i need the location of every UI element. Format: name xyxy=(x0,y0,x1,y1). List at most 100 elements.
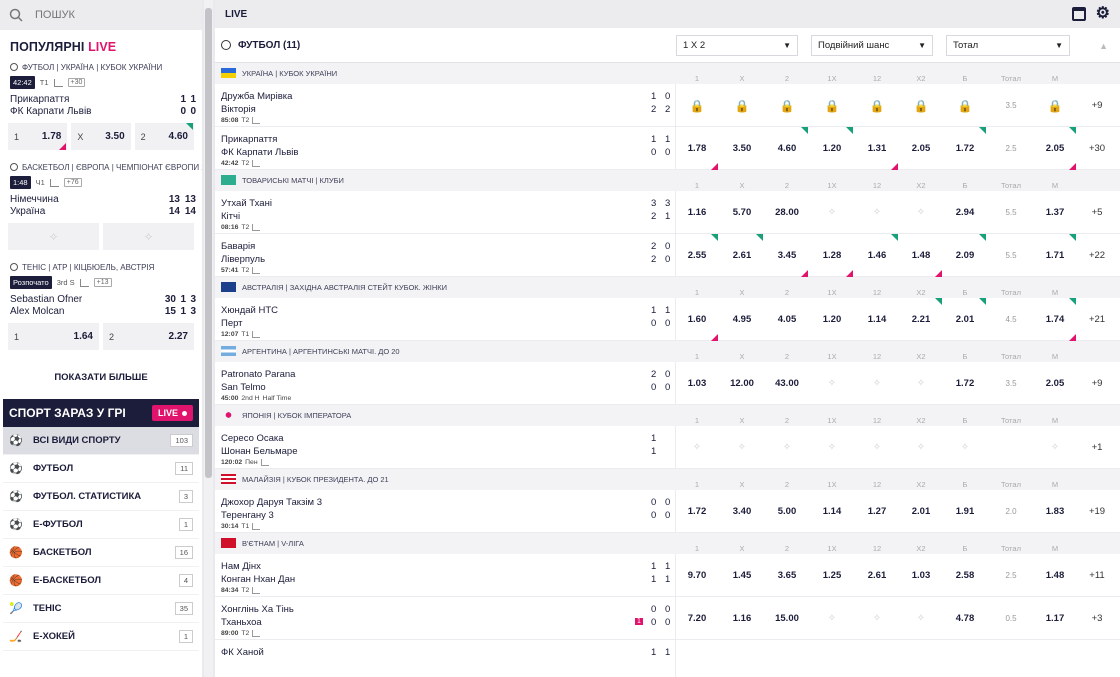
odds-button[interactable]: 1.71 xyxy=(1033,234,1077,277)
odds-button[interactable]: 1 1.78 xyxy=(8,123,68,150)
match-row[interactable]: Джохор Даруя Такзім 3 Теренгану 3 30:14 T1 0… xyxy=(215,490,1120,533)
live-toggle[interactable]: LIVE xyxy=(151,405,193,421)
popular-match[interactable]: БАСКЕТБОЛ | ЄВРОПА | ЧЕМПІОНАТ ЄВРОПИ 2.… xyxy=(0,160,202,256)
odds-button[interactable]: 2.61 xyxy=(720,234,764,277)
sport-item[interactable]: ⚽ ФУТБОЛ. СТАТИСТИКА 3 xyxy=(3,483,199,511)
odds-button[interactable]: 2.01 xyxy=(899,490,943,533)
odds-button[interactable]: 2.05 xyxy=(1033,127,1077,170)
odds-button[interactable]: 1.14 xyxy=(855,298,899,341)
more-markets-button[interactable]: +9 xyxy=(1082,84,1112,127)
scrollbar-thumb[interactable] xyxy=(205,8,212,478)
stats-icon[interactable] xyxy=(252,117,261,124)
stats-icon[interactable] xyxy=(260,459,269,466)
odds-button[interactable]: 2.58 xyxy=(943,554,987,597)
odds-button[interactable]: 12.00 xyxy=(720,362,764,405)
odds-button[interactable]: 1.25 xyxy=(810,554,854,597)
more-markets-button[interactable]: +9 xyxy=(1082,362,1112,405)
match-row[interactable]: Сересо Осака Шонан Бельмаре 120:02 Пен 1 1 ✧ ✧ ✧… xyxy=(215,426,1120,469)
collapse-icon[interactable]: ▲ xyxy=(1099,41,1108,51)
match-row[interactable]: Прикарпаття ФК Карпати Львів 42:42 T2 1 0 1 0 1.… xyxy=(215,127,1120,170)
odds-button[interactable]: 4.78 xyxy=(943,597,987,640)
popular-match[interactable]: ФУТБОЛ | УКРАЇНА | КУБОК УКРАЇНИ 42:42 T1 +… xyxy=(0,60,202,156)
more-markets-button[interactable]: +19 xyxy=(1082,490,1112,533)
odds-button[interactable]: 2 2.27 xyxy=(103,323,194,350)
odds-button[interactable]: 43.00 xyxy=(765,362,809,405)
sport-item[interactable]: 🏀 Е-БАСКЕТБОЛ 4 xyxy=(3,567,199,595)
odds-button[interactable]: 1.16 xyxy=(720,597,764,640)
search-input[interactable] xyxy=(35,9,155,21)
odds-button[interactable]: 1.83 xyxy=(1033,490,1077,533)
stats-icon[interactable] xyxy=(252,160,261,167)
odds-button[interactable]: 2.05 xyxy=(1033,362,1077,405)
market-select-1[interactable]: 1 X 2 ▼ xyxy=(676,35,798,56)
odds-button[interactable]: 3.50 xyxy=(720,127,764,170)
odds-button[interactable]: 2.09 xyxy=(943,234,987,277)
stats-icon[interactable] xyxy=(252,224,261,231)
markets-count[interactable]: +30 xyxy=(67,78,86,87)
show-more-button[interactable]: ПОКАЗАТИ БІЛЬШЕ xyxy=(0,360,202,399)
odds-button[interactable]: X 3.50 xyxy=(71,123,131,150)
odds-button[interactable]: 1.45 xyxy=(720,554,764,597)
odds-button[interactable]: 1.60 xyxy=(675,298,719,341)
sport-item[interactable]: ⚽ Е-ФУТБОЛ 1 xyxy=(3,511,199,539)
sport-item[interactable]: 🏀 БАСКЕТБОЛ 16 xyxy=(3,539,199,567)
stats-icon[interactable] xyxy=(252,630,261,637)
market-select-3[interactable]: Тотал ▼ xyxy=(946,35,1070,56)
odds-button[interactable]: 1 1.64 xyxy=(8,323,99,350)
markets-count[interactable]: +13 xyxy=(93,278,112,287)
odds-button[interactable]: 1.14 xyxy=(810,490,854,533)
stats-icon[interactable] xyxy=(79,278,89,287)
odds-button[interactable]: 2.01 xyxy=(943,298,987,341)
odds-button[interactable]: 7.20 xyxy=(675,597,719,640)
match-row[interactable]: Patronato Parana San Telmo 45:00 2nd H Half … xyxy=(215,362,1120,405)
match-row[interactable]: Баварія Ліверпуль 57:41 T2 2 2 0 0 2.55 2.61 3.45 1… xyxy=(215,234,1120,277)
odds-button[interactable]: 2.61 xyxy=(855,554,899,597)
sport-item[interactable]: 🏒 Е-ХОКЕЙ 1 xyxy=(3,623,199,651)
odds-button[interactable]: 1.48 xyxy=(899,234,943,277)
more-markets-button[interactable]: +30 xyxy=(1082,127,1112,170)
odds-button[interactable]: 2.05 xyxy=(899,127,943,170)
odds-button[interactable]: 3.45 xyxy=(765,234,809,277)
odds-button[interactable]: 1.16 xyxy=(675,191,719,234)
gear-icon[interactable]: ⚙ xyxy=(1096,6,1110,22)
odds-button[interactable]: 1.28 xyxy=(810,234,854,277)
stats-icon[interactable] xyxy=(252,587,261,594)
odds-button[interactable]: 1.74 xyxy=(1033,298,1077,341)
odds-button[interactable]: 1.72 xyxy=(675,490,719,533)
popular-match[interactable]: ТЕНІС | ATP | КІЦБЮЕЛЬ, АВСТРІЯ Розпочато… xyxy=(0,260,202,356)
markets-count[interactable]: +76 xyxy=(63,178,82,187)
odds-button[interactable]: 5.70 xyxy=(720,191,764,234)
odds-button[interactable]: 2.21 xyxy=(899,298,943,341)
stats-icon[interactable] xyxy=(53,78,63,87)
odds-button[interactable]: 2.55 xyxy=(675,234,719,277)
odds-button[interactable]: 1.17 xyxy=(1033,597,1077,640)
more-markets-button[interactable]: +3 xyxy=(1082,597,1112,640)
stats-icon[interactable] xyxy=(252,267,261,274)
market-select-2[interactable]: Подвійний шанс ▼ xyxy=(811,35,933,56)
odds-button[interactable]: 1.20 xyxy=(810,127,854,170)
odds-button[interactable]: 1.31 xyxy=(855,127,899,170)
stats-icon[interactable] xyxy=(252,331,261,338)
match-row[interactable]: Дружба Мирівка Вікторія 85:08 T2 1 2 0 2 🔒 🔒 🔒 🔒 🔒 🔒 🔒… xyxy=(215,84,1120,127)
match-row[interactable]: ФК Ханой 1 1 xyxy=(215,640,1120,677)
odds-button[interactable]: 15.00 xyxy=(765,597,809,640)
match-row[interactable]: Нам Дінх Конган Нхан Дан 84:34 T2 1 1 1 1 9.70 1.… xyxy=(215,554,1120,597)
odds-button[interactable]: 28.00 xyxy=(765,191,809,234)
more-markets-button[interactable]: +5 xyxy=(1082,191,1112,234)
odds-button[interactable]: 1.91 xyxy=(943,490,987,533)
search-bar[interactable] xyxy=(0,0,202,30)
sport-item[interactable]: ⚽ ФУТБОЛ 11 xyxy=(3,455,199,483)
odds-button[interactable]: 1.03 xyxy=(899,554,943,597)
more-markets-button[interactable]: +1 xyxy=(1082,426,1112,469)
odds-button[interactable]: 4.05 xyxy=(765,298,809,341)
odds-button[interactable]: 3.65 xyxy=(765,554,809,597)
odds-button[interactable]: 2 4.60 xyxy=(134,123,194,150)
stats-icon[interactable] xyxy=(49,178,59,187)
match-row[interactable]: Хонглінь Ха Тінь Тханьхоа 89:00 T2 0 0 0 0 1 7.20… xyxy=(215,597,1120,640)
odds-button[interactable]: 1.72 xyxy=(943,362,987,405)
match-row[interactable]: Хюндай НТС Перт 12:07 T1 1 0 1 0 1.60 4.95 4.05 1.2… xyxy=(215,298,1120,341)
calendar-icon[interactable] xyxy=(1071,7,1086,21)
sport-item[interactable]: ⚽ ВСІ ВИДИ СПОРТУ 103 xyxy=(3,427,199,455)
match-row[interactable]: Утхай Тхані Кітчі 08:16 T2 3 2 3 1 1.16 5.70 28.00… xyxy=(215,191,1120,234)
more-markets-button[interactable]: +21 xyxy=(1082,298,1112,341)
